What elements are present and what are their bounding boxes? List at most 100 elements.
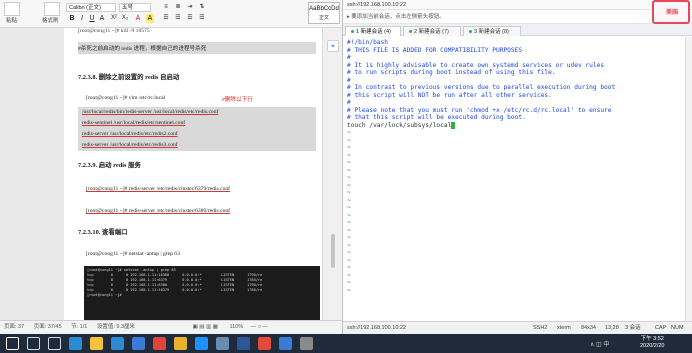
align-left-icon[interactable]: ☰ bbox=[162, 14, 170, 23]
strikethrough-button[interactable]: A bbox=[98, 14, 106, 23]
underline-button[interactable]: U bbox=[88, 14, 96, 23]
empty-line-tilde: ~ bbox=[347, 129, 351, 136]
sort-icon[interactable]: ⇅ bbox=[198, 3, 206, 12]
word-status-bar: 页面: 37 页面: 37/45 节: 1/1 设置值: 9.3厘米 ▣ ▤ ▥… bbox=[0, 320, 342, 334]
superscript-button[interactable]: X² bbox=[110, 14, 118, 23]
empty-line-tilde: ~ bbox=[347, 241, 351, 249]
subscript-button[interactable]: X₂ bbox=[121, 14, 129, 23]
store-icon[interactable] bbox=[132, 337, 145, 350]
tab-label: 2 新建会话 (7) bbox=[414, 29, 449, 35]
empty-line-tilde: ~ bbox=[347, 151, 351, 159]
wps-icon[interactable] bbox=[153, 337, 166, 350]
location-icon[interactable]: ⌖ bbox=[327, 40, 339, 52]
rc-line-2: redis-sentinel /usr/local/redis/etc/sent… bbox=[82, 120, 186, 126]
status-section: 节: 1/1 bbox=[71, 324, 88, 330]
tab-session-3[interactable]: 3 新建会话 (8) bbox=[463, 26, 521, 36]
netstat-cmd: [root@cong11 ~]# netstat -antup | grep 6… bbox=[86, 251, 180, 257]
taskbar: ∧ ◫ 中 下午 3:52 2020/2/20 bbox=[0, 334, 692, 353]
view-icons[interactable]: ▣ ▤ ▥ ▦ bbox=[193, 324, 218, 330]
highlight-button[interactable]: A bbox=[146, 14, 154, 23]
start-cmd-1: [root@cong11 ~]# redis-server /etc/redis… bbox=[86, 186, 231, 192]
terminal-line: # bbox=[347, 76, 351, 84]
terminal-line: #!/bin/bash bbox=[347, 39, 388, 46]
terminal-cursor bbox=[451, 121, 456, 129]
ssh-address-bar[interactable]: ssh://192.168.100.10:22 bbox=[343, 0, 692, 10]
font-color-button[interactable]: A bbox=[134, 14, 142, 23]
tab-label: 3 新建会话 (8) bbox=[474, 29, 509, 35]
word-icon[interactable] bbox=[237, 337, 250, 350]
tab-session-1[interactable]: 1 新建会话 (4) bbox=[345, 26, 401, 36]
terminal-line: # that this script will be executed duri… bbox=[347, 114, 526, 121]
tab-label: 1 新建会话 (4) bbox=[356, 29, 391, 35]
terminal[interactable]: #!/bin/bash # THIS FILE IS ADDED FOR COMP… bbox=[343, 37, 685, 321]
status-num: NUM bbox=[671, 325, 684, 331]
vmware-icon[interactable] bbox=[216, 337, 229, 350]
empty-line-tilde: ~ bbox=[347, 271, 351, 279]
ie-icon[interactable] bbox=[69, 337, 82, 350]
start-cmd-2: [root@cong11 ~]# redis-server /etc/redis… bbox=[86, 208, 231, 214]
task-view-icon[interactable] bbox=[48, 337, 61, 350]
rc-line-4: redis-server /usr/local/redis/etc/redis3… bbox=[82, 142, 178, 148]
terminal-line: # bbox=[347, 54, 351, 61]
status-pages: 页面: 37/45 bbox=[33, 324, 62, 330]
terminal-scrollbar[interactable] bbox=[685, 37, 692, 321]
zoom-slider[interactable]: — ○ — bbox=[251, 324, 268, 330]
qq-icon[interactable] bbox=[195, 337, 208, 350]
style-name: 正文 bbox=[318, 15, 329, 21]
start-icon[interactable] bbox=[6, 337, 19, 350]
status-address: ssh://192.168.100.10:22 bbox=[347, 325, 407, 331]
connected-icon bbox=[469, 30, 472, 34]
justify-icon[interactable]: ☰ bbox=[198, 14, 206, 23]
align-right-icon[interactable]: ☰ bbox=[186, 14, 194, 23]
search-icon[interactable] bbox=[27, 337, 40, 350]
style-preview: AaBbCcDd bbox=[309, 6, 339, 12]
paste-label: 粘贴 bbox=[6, 18, 18, 24]
xshell-icon[interactable] bbox=[258, 337, 271, 350]
heading-7-2-3-9: 7.2.3.9. 启动 redis 服务 bbox=[78, 162, 141, 169]
empty-line-tilde: ~ bbox=[347, 181, 351, 189]
paste-button[interactable] bbox=[4, 2, 20, 16]
system-tray[interactable]: ∧ ◫ 中 bbox=[590, 339, 609, 348]
clock-time: 下午 3:52 bbox=[640, 336, 664, 342]
word-window: 粘贴 格式刷 Calibri (正文) 五号 B I U A X² X₂ A A… bbox=[0, 0, 342, 334]
document-scrollbar[interactable]: ⌖ bbox=[322, 28, 342, 320]
empty-line-tilde: ~ bbox=[347, 204, 351, 211]
chrome-icon[interactable] bbox=[174, 337, 187, 350]
floating-badge[interactable]: 美国 bbox=[652, 0, 690, 24]
empty-line-tilde: ~ bbox=[347, 226, 351, 234]
format-painter-button[interactable] bbox=[44, 2, 60, 16]
italic-button[interactable]: I bbox=[78, 14, 86, 23]
empty-line-tilde: ~ bbox=[347, 174, 351, 181]
hint-text: 要添加当前会话，点击左侧箭头按钮。 bbox=[351, 14, 445, 20]
mail-icon[interactable] bbox=[279, 337, 292, 350]
bold-button[interactable]: B bbox=[68, 14, 76, 23]
status-page: 页面: 37 bbox=[4, 324, 25, 330]
edge-icon[interactable] bbox=[111, 337, 124, 350]
indent-icon[interactable]: ⇥ bbox=[186, 3, 194, 12]
connected-icon bbox=[409, 30, 412, 34]
empty-line-tilde: ~ bbox=[347, 286, 351, 294]
empty-line-tilde: ~ bbox=[347, 256, 351, 264]
status-pos: 13,28 bbox=[605, 325, 619, 331]
style-normal[interactable]: AaBbCcDd 正文 bbox=[308, 2, 340, 24]
bullet-list-icon[interactable]: ≡ bbox=[162, 3, 170, 12]
numbered-list-icon[interactable]: ≣ bbox=[174, 3, 182, 12]
empty-line-tilde: ~ bbox=[347, 219, 351, 226]
terminal-line: # Please note that you must run 'chmod +… bbox=[347, 106, 612, 114]
zoom-level[interactable]: 110% bbox=[229, 324, 243, 330]
calc-icon[interactable] bbox=[300, 337, 313, 350]
align-center-icon[interactable]: ☰ bbox=[174, 14, 182, 23]
scroll-thumb[interactable] bbox=[331, 234, 335, 268]
clock[interactable]: 下午 3:52 2020/2/20 bbox=[640, 336, 664, 350]
terminal-line: touch /var/lock/subsys/local bbox=[347, 121, 681, 130]
heading-7-2-3-8: 7.2.3.8. 删除之前设置的 redis 自启动 bbox=[78, 74, 180, 81]
font-size-select[interactable]: 五号 bbox=[119, 3, 151, 12]
font-name-select[interactable]: Calibri (正文) bbox=[66, 3, 116, 12]
empty-line-tilde: ~ bbox=[347, 166, 351, 174]
explorer-icon[interactable] bbox=[90, 337, 103, 350]
document-page[interactable]: [root@cong11 ~]# kill -9 10575 #杀死之前启动的 … bbox=[64, 28, 322, 320]
tab-session-2[interactable]: 2 新建会话 (7) bbox=[403, 26, 461, 36]
connected-icon bbox=[351, 30, 354, 34]
clock-date: 2020/2/20 bbox=[640, 343, 665, 349]
terminal-screenshot: [root@cong11 ~]# netstat -antup | grep 6… bbox=[84, 266, 320, 320]
